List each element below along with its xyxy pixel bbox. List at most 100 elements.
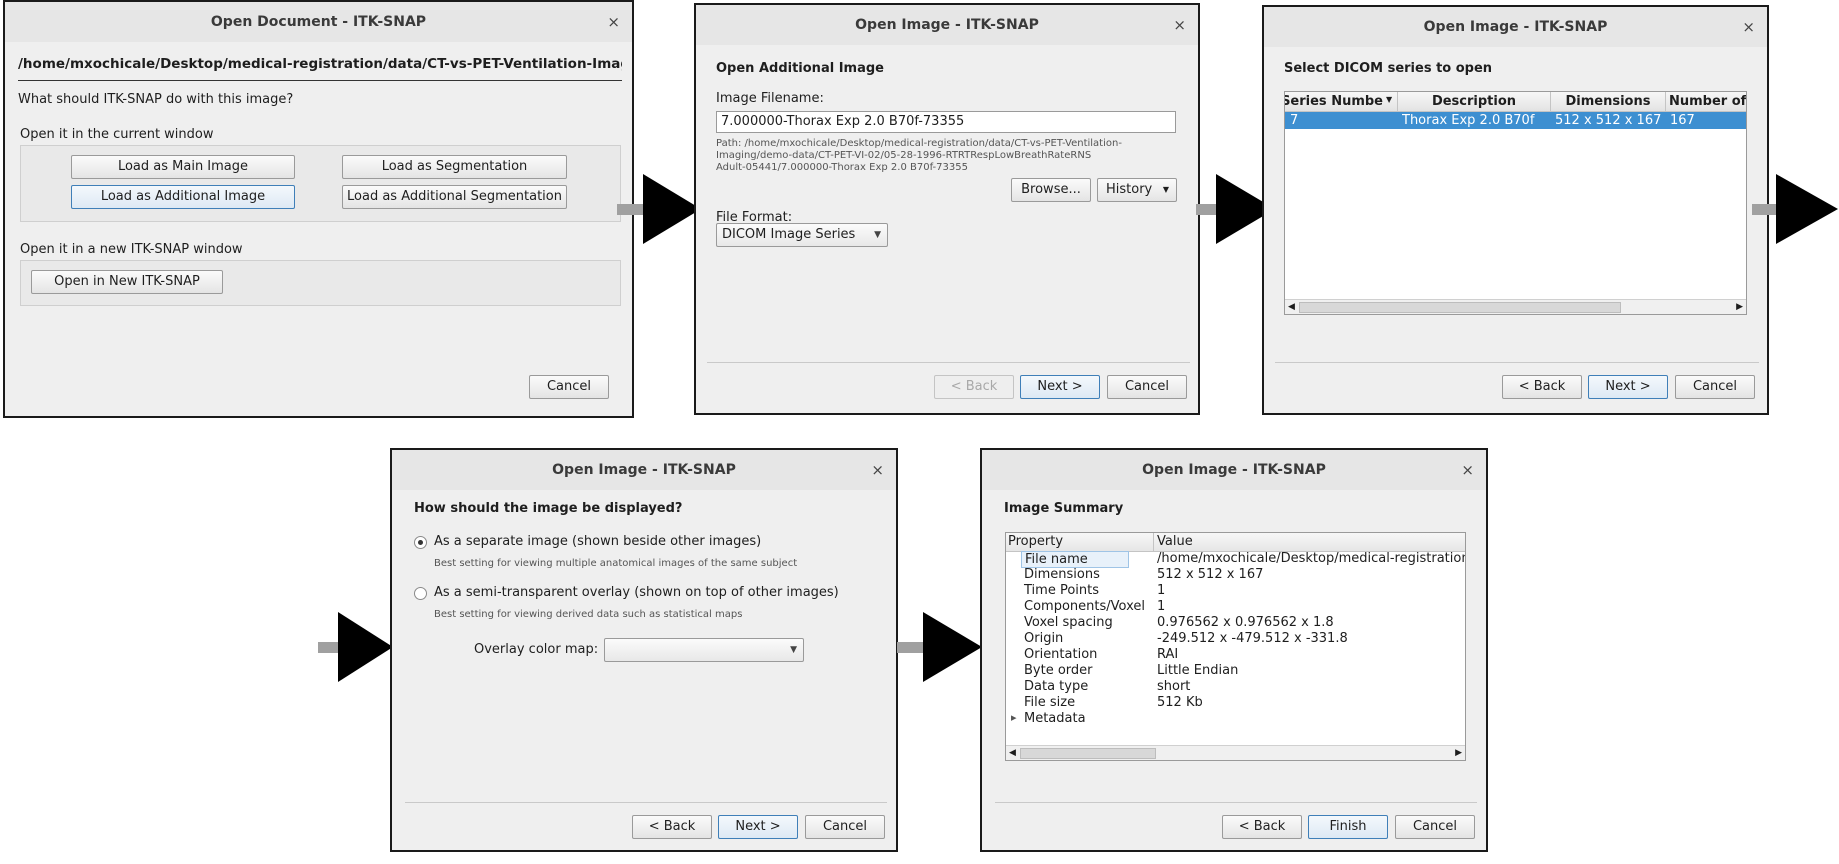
- finish-button[interactable]: Finish: [1308, 815, 1388, 839]
- property-name: Dimensions: [1024, 567, 1100, 582]
- back-button[interactable]: < Back: [1222, 815, 1302, 839]
- table-row[interactable]: Components/Voxel 1: [1006, 599, 1465, 615]
- chevron-down-icon: ▼: [874, 230, 881, 240]
- table-row[interactable]: Origin -249.512 x -479.512 x -331.8: [1006, 631, 1465, 647]
- horizontal-scrollbar[interactable]: ◀ ▶: [1006, 745, 1465, 760]
- file-format-select[interactable]: DICOM Image Series ▼: [716, 223, 888, 247]
- close-icon[interactable]: ×: [871, 450, 884, 490]
- scroll-thumb[interactable]: [1020, 748, 1156, 759]
- table-row[interactable]: Voxel spacing 0.976562 x 0.976562 x 1.8: [1006, 615, 1465, 631]
- property-value: RAI: [1157, 647, 1179, 662]
- property-name: File name: [1021, 551, 1129, 568]
- separate-image-hint: Best setting for viewing multiple anatom…: [434, 558, 798, 569]
- cell-number-of: 167: [1670, 113, 1695, 128]
- scroll-left-icon[interactable]: ◀: [1009, 746, 1016, 760]
- arrow-right-icon: [897, 612, 982, 682]
- open-image-dialog-step3: Open Image - ITK-SNAP × How should the i…: [390, 448, 898, 852]
- dicom-series-table[interactable]: Series Numbe ▼ Description Dimensions Nu…: [1284, 91, 1747, 315]
- cell-dimensions: 512 x 512 x 167: [1555, 113, 1662, 128]
- cancel-button[interactable]: Cancel: [529, 375, 609, 399]
- back-button[interactable]: < Back: [934, 375, 1014, 399]
- load-main-image-button[interactable]: Load as Main Image: [71, 155, 295, 179]
- property-value: 512 Kb: [1157, 695, 1203, 710]
- scroll-right-icon[interactable]: ▶: [1455, 746, 1462, 760]
- column-header-dimensions[interactable]: Dimensions: [1551, 92, 1666, 112]
- expand-arrow-icon[interactable]: ▸: [1011, 711, 1017, 724]
- path-line-2: Imaging/demo-data/CT-PET-VI-02/05-28-199…: [716, 150, 1092, 161]
- overlay-radio[interactable]: [414, 587, 427, 600]
- column-header-property[interactable]: Property: [1008, 534, 1063, 549]
- divider: [995, 802, 1477, 803]
- browse-button[interactable]: Browse...: [1011, 178, 1091, 202]
- column-header-description[interactable]: Description: [1398, 92, 1551, 112]
- horizontal-scrollbar[interactable]: ◀ ▶: [1285, 299, 1746, 314]
- table-row[interactable]: Dimensions 512 x 512 x 167: [1006, 567, 1465, 583]
- open-document-dialog: Open Document - ITK-SNAP × /home/mxochic…: [3, 0, 634, 418]
- overlay-colormap-label: Overlay color map:: [474, 642, 599, 657]
- cancel-button[interactable]: Cancel: [1395, 815, 1475, 839]
- table-row[interactable]: 7 Thorax Exp 2.0 B70f 512 x 512 x 167 16…: [1285, 112, 1746, 129]
- dialog-title: Open Document - ITK-SNAP: [5, 2, 632, 42]
- load-segmentation-button[interactable]: Load as Segmentation: [342, 155, 567, 179]
- table-row[interactable]: Orientation RAI: [1006, 647, 1465, 663]
- load-additional-image-button[interactable]: Load as Additional Image: [71, 185, 295, 209]
- current-window-label: Open it in the current window: [20, 127, 214, 142]
- section-heading: Image Summary: [1004, 501, 1124, 516]
- load-additional-segmentation-button[interactable]: Load as Additional Segmentation: [342, 185, 567, 209]
- dialog-title: Open Image - ITK-SNAP: [1264, 7, 1767, 47]
- overlay-colormap-select[interactable]: ▼: [604, 638, 804, 662]
- history-label: History: [1106, 182, 1153, 197]
- property-name: File size: [1024, 695, 1076, 710]
- column-header-series-number[interactable]: Series Numbe: [1285, 92, 1398, 112]
- column-header-value[interactable]: Value: [1157, 534, 1193, 549]
- next-button[interactable]: Next >: [1020, 375, 1100, 399]
- back-button[interactable]: < Back: [1502, 375, 1582, 399]
- scroll-thumb[interactable]: [1299, 302, 1621, 313]
- section-heading: Open Additional Image: [716, 61, 884, 76]
- table-row[interactable]: File name/home/mxochicale/Desktop/medica…: [1006, 551, 1465, 568]
- table-row[interactable]: Byte order Little Endian: [1006, 663, 1465, 679]
- table-row[interactable]: File size 512 Kb: [1006, 695, 1465, 711]
- file-path: /home/mxochicale/Desktop/medical-registr…: [18, 56, 622, 72]
- back-button[interactable]: < Back: [632, 815, 712, 839]
- table-row[interactable]: ▸ Metadata: [1006, 711, 1465, 727]
- history-button[interactable]: History ▼: [1097, 178, 1177, 202]
- overlay-label[interactable]: As a semi-transparent overlay (shown on …: [434, 585, 839, 600]
- property-value: 1: [1157, 599, 1166, 614]
- property-name: Components/Voxel: [1024, 599, 1145, 614]
- chevron-down-icon: ▼: [790, 645, 797, 655]
- cancel-button[interactable]: Cancel: [1675, 375, 1755, 399]
- image-summary-table[interactable]: Property Value File name/home/mxochicale…: [1005, 532, 1466, 761]
- property-value: short: [1157, 679, 1191, 694]
- scroll-left-icon[interactable]: ◀: [1288, 300, 1295, 314]
- separate-image-radio[interactable]: [414, 536, 427, 549]
- property-value: 0.976562 x 0.976562 x 1.8: [1157, 615, 1334, 630]
- arrow-right-icon: [617, 174, 701, 244]
- cancel-button[interactable]: Cancel: [805, 815, 885, 839]
- chevron-down-icon: ▼: [1162, 185, 1169, 194]
- path-line-1: Path: /home/mxochicale/Desktop/medical-r…: [716, 138, 1122, 149]
- open-image-dialog-step1: Open Image - ITK-SNAP × Open Additional …: [694, 3, 1200, 415]
- close-icon[interactable]: ×: [1742, 7, 1755, 47]
- open-image-dialog-step2: Open Image - ITK-SNAP × Select DICOM ser…: [1262, 5, 1769, 415]
- separate-image-label[interactable]: As a separate image (shown beside other …: [434, 534, 761, 549]
- sort-indicator-icon: ▼: [1386, 95, 1393, 104]
- close-icon[interactable]: ×: [1461, 450, 1474, 490]
- property-value: /home/mxochicale/Desktop/medical-registr…: [1157, 551, 1465, 566]
- filename-input[interactable]: 7.000000-Thorax Exp 2.0 B70f-73355: [716, 111, 1176, 133]
- section-heading: How should the image be displayed?: [414, 501, 683, 516]
- section-heading: Select DICOM series to open: [1284, 61, 1493, 76]
- close-icon[interactable]: ×: [607, 2, 620, 42]
- table-row[interactable]: Time Points 1: [1006, 583, 1465, 599]
- table-row[interactable]: Data type short: [1006, 679, 1465, 695]
- scroll-right-icon[interactable]: ▶: [1736, 300, 1743, 314]
- close-icon[interactable]: ×: [1173, 5, 1186, 45]
- column-header-number-of[interactable]: Number of: [1666, 92, 1746, 112]
- next-button[interactable]: Next >: [1588, 375, 1668, 399]
- next-button[interactable]: Next >: [718, 815, 798, 839]
- property-value: -249.512 x -479.512 x -331.8: [1157, 631, 1348, 646]
- open-new-itksnap-button[interactable]: Open in New ITK-SNAP: [31, 270, 223, 294]
- file-format-value: DICOM Image Series: [722, 227, 856, 242]
- column-separator: [1153, 533, 1154, 551]
- cancel-button[interactable]: Cancel: [1107, 375, 1187, 399]
